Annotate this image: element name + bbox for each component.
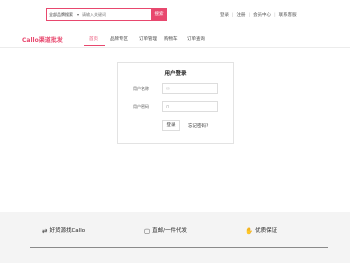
thumbs-up-icon: ✋ xyxy=(245,227,254,235)
top-links: 登录 | 注册 | 会员中心 | 联系客服 xyxy=(220,12,297,18)
search-category-label: 全部品牌搜索 xyxy=(49,12,73,17)
divider: | xyxy=(274,13,276,18)
member-center-link[interactable]: 会员中心 xyxy=(253,12,271,18)
swap-arrows-icon: ⇄ xyxy=(42,227,48,235)
register-link[interactable]: 注册 xyxy=(237,12,246,18)
divider: | xyxy=(232,13,234,18)
username-field[interactable]: ⚇ xyxy=(162,83,218,94)
box-icon: ▢ xyxy=(144,227,151,235)
nav-item-cart[interactable]: 购物车 xyxy=(164,36,178,42)
login-panel: 用户登录 用户名称 ⚇ 用户密码 ⊓ 登录 忘记密码? xyxy=(117,62,234,144)
login-button[interactable]: 登录 xyxy=(162,120,180,131)
nav-item-home[interactable]: 首页 xyxy=(89,36,98,42)
feature-label: 优质保证 xyxy=(255,228,278,234)
feature-sourcing: ⇄ 好货源找Callo xyxy=(42,226,85,235)
login-title: 用户登录 xyxy=(164,71,187,77)
feature-quality: ✋ 优质保证 xyxy=(245,226,277,235)
nav-item-brands[interactable]: 品牌专区 xyxy=(110,36,128,42)
chevron-down-icon: ▾ xyxy=(76,12,79,17)
top-bar: 全部品牌搜索 ▾ 搜索 登录|注册|会员中心|联系客服 xyxy=(0,0,350,30)
nav-item-order-query[interactable]: 订单查询 xyxy=(187,36,205,42)
footer-divider xyxy=(30,247,328,248)
contact-service-link[interactable]: 联系客服 xyxy=(279,12,297,18)
password-field[interactable]: ⊓ xyxy=(162,101,218,112)
username-label: 用户名称 xyxy=(133,86,149,91)
feature-label: 直邮/一件代发 xyxy=(152,228,188,234)
main-nav: Callo渠道批发 首页 品牌专区 订单管理 购物车 订单查询 xyxy=(0,30,350,48)
footer: ⇄ 好货源找Callo ▢ 直邮/一件代发 ✋ 优质保证 xyxy=(0,212,350,263)
feature-label: 好货源找Callo xyxy=(49,228,86,234)
search-category-select[interactable]: 全部品牌搜索 ▾ xyxy=(48,10,79,19)
search-input[interactable] xyxy=(80,10,150,19)
divider: | xyxy=(248,13,251,18)
feature-shipping: ▢ 直邮/一件代发 xyxy=(144,226,187,235)
nav-item-orders[interactable]: 订单管理 xyxy=(139,36,157,42)
active-tab-indicator xyxy=(84,45,105,46)
search-button[interactable]: 搜索 xyxy=(151,8,167,21)
search-box: 全部品牌搜索 ▾ 搜索 xyxy=(46,8,167,21)
user-icon: ⚇ xyxy=(166,86,170,91)
login-link[interactable]: 登录 xyxy=(220,12,229,18)
password-label: 用户密码 xyxy=(133,104,149,109)
forgot-password-link[interactable]: 忘记密码? xyxy=(188,123,208,129)
lock-icon: ⊓ xyxy=(166,104,170,109)
site-logo[interactable]: Callo渠道批发 xyxy=(22,35,63,44)
